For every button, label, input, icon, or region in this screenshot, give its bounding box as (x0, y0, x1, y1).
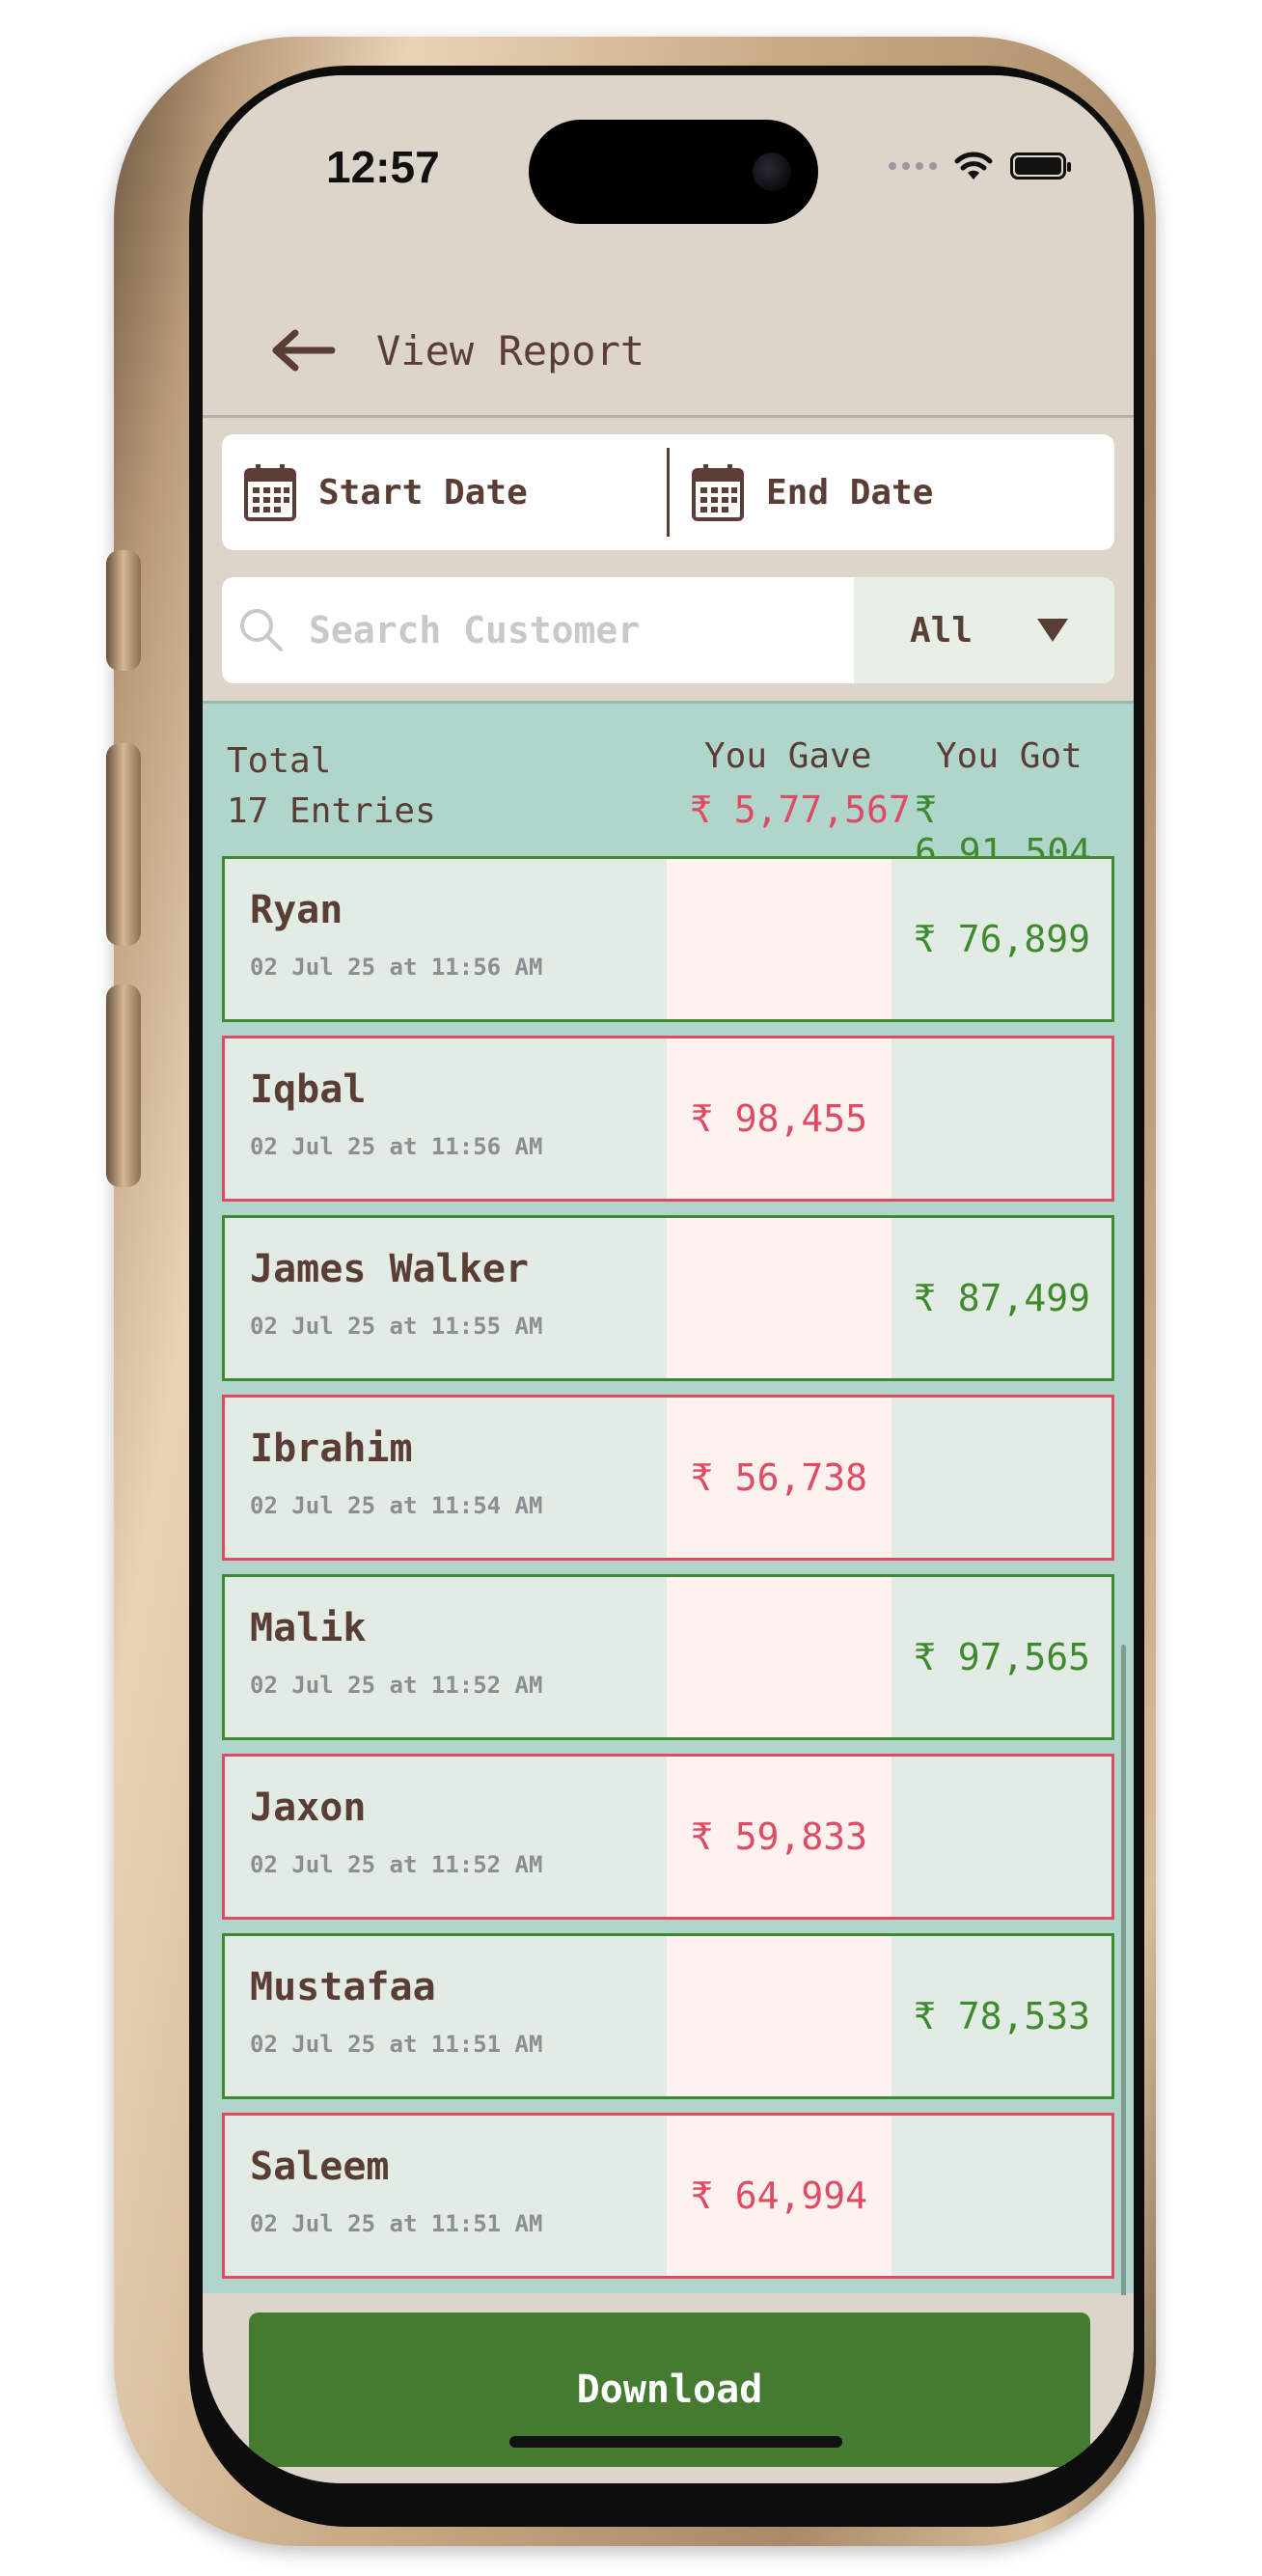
entry-customer: Mustafaa 02 Jul 25 at 11:51 AM (225, 1936, 667, 2096)
caret-down-icon (1037, 619, 1068, 642)
entry-got (892, 1039, 1111, 1199)
totals-summary: Total 17 Entries You Gave You Got ₹ 5,77… (203, 704, 1134, 873)
customer-name: Ryan (250, 888, 343, 932)
entry-got: ₹ 87,499 (913, 1277, 1090, 1319)
status-time: 12:57 (326, 142, 440, 192)
customer-name: Malik (250, 1606, 367, 1650)
list-item[interactable]: Jaxon 02 Jul 25 at 11:52 AM ₹ 59,833 (222, 1754, 1114, 1920)
total-label-block: Total 17 Entries (227, 736, 436, 837)
entry-customer: James Walker 02 Jul 25 at 11:55 AM (225, 1218, 667, 1378)
home-indicator (509, 2436, 842, 2448)
entry-customer: Saleem 02 Jul 25 at 11:51 AM (225, 2116, 667, 2276)
entry-got (892, 1757, 1111, 1917)
volume-up-button (106, 743, 141, 946)
total-label: Total (227, 741, 332, 781)
customer-name: Jaxon (250, 1786, 367, 1830)
you-got-header: You Got (936, 736, 1083, 776)
entry-customer: Jaxon 02 Jul 25 at 11:52 AM (225, 1757, 667, 1917)
end-date-label: End Date (766, 472, 934, 512)
you-gave-header: You Gave (704, 736, 872, 776)
list-item[interactable]: Saleem 02 Jul 25 at 11:51 AM ₹ 64,994 (222, 2113, 1114, 2279)
entry-gave (667, 1936, 892, 2096)
start-date-label: Start Date (318, 472, 528, 512)
customer-name: Ibrahim (250, 1426, 413, 1471)
entry-gave: ₹ 64,994 (667, 2116, 892, 2276)
filter-selected: All (910, 610, 974, 651)
entry-date: 02 Jul 25 at 11:52 AM (250, 1851, 543, 1878)
entry-gave (667, 1218, 892, 1378)
app-screen: 12:57 View Report Start Date End Date Se… (203, 75, 1134, 2483)
entry-got: ₹ 97,565 (913, 1636, 1090, 1678)
list-item[interactable]: Mustafaa 02 Jul 25 at 11:51 AM ₹ 78,533 (222, 1933, 1114, 2099)
search-box (222, 577, 854, 683)
entry-customer: Malik 02 Jul 25 at 11:52 AM (225, 1577, 667, 1737)
entry-got: ₹ 78,533 (913, 1995, 1090, 2037)
entry-gave (667, 859, 892, 1019)
search-icon (240, 609, 283, 651)
action-button (106, 550, 141, 671)
entry-date: 02 Jul 25 at 11:56 AM (250, 954, 543, 981)
header-divider (203, 415, 1134, 418)
entries-list: Ryan 02 Jul 25 at 11:56 AM ₹ 76,899 Iqba… (222, 856, 1114, 2292)
list-item[interactable]: Malik 02 Jul 25 at 11:52 AM ₹ 97,565 (222, 1574, 1114, 1740)
signal-icon (889, 162, 937, 170)
report-list: Total 17 Entries You Gave You Got ₹ 5,77… (203, 701, 1134, 2320)
list-scrollbar[interactable] (1121, 1645, 1126, 2320)
customer-name: James Walker (250, 1247, 529, 1291)
entry-gave: ₹ 59,833 (667, 1757, 892, 1917)
camera-lens (753, 152, 791, 191)
entry-got (892, 1398, 1111, 1558)
back-button[interactable] (261, 317, 347, 384)
entry-gave: ₹ 56,738 (667, 1398, 892, 1558)
entry-date: 02 Jul 25 at 11:54 AM (250, 1492, 543, 1519)
entry-date: 02 Jul 25 at 11:55 AM (250, 1313, 543, 1340)
arrow-left-icon (272, 329, 336, 372)
search-input[interactable] (307, 608, 847, 652)
entry-customer: Ryan 02 Jul 25 at 11:56 AM (225, 859, 667, 1019)
entry-date: 02 Jul 25 at 11:56 AM (250, 1133, 543, 1160)
you-gave-total: ₹ 5,77,567 (690, 789, 911, 831)
dynamic-island (529, 120, 818, 224)
customer-name: Saleem (250, 2145, 390, 2189)
search-row: All (222, 577, 1114, 683)
entry-date: 02 Jul 25 at 11:51 AM (250, 2210, 543, 2237)
bottom-bar: Download (203, 2295, 1134, 2483)
entry-gave: ₹ 98,455 (667, 1039, 892, 1199)
battery-icon (1010, 152, 1071, 180)
status-icons (889, 151, 1071, 181)
entry-date: 02 Jul 25 at 11:51 AM (250, 2031, 543, 2058)
list-item[interactable]: Iqbal 02 Jul 25 at 11:56 AM ₹ 98,455 (222, 1036, 1114, 1202)
page-title: View Report (376, 326, 645, 374)
entry-gave (667, 1577, 892, 1737)
list-item[interactable]: Ibrahim 02 Jul 25 at 11:54 AM ₹ 56,738 (222, 1395, 1114, 1561)
calendar-icon (244, 464, 296, 521)
entries-count: 17 Entries (227, 791, 436, 831)
calendar-icon (692, 464, 744, 521)
start-date-picker[interactable]: Start Date (222, 434, 667, 550)
entry-customer: Iqbal 02 Jul 25 at 11:56 AM (225, 1039, 667, 1199)
date-range-picker: Start Date End Date (222, 434, 1114, 550)
customer-name: Mustafaa (250, 1965, 436, 2009)
customer-name: Iqbal (250, 1067, 367, 1112)
app-header: View Report (203, 297, 1134, 403)
volume-down-button (106, 984, 141, 1187)
entry-got (892, 2116, 1111, 2276)
wifi-icon (954, 152, 993, 180)
filter-dropdown[interactable]: All (854, 577, 1114, 683)
entry-date: 02 Jul 25 at 11:52 AM (250, 1672, 543, 1699)
end-date-picker[interactable]: End Date (670, 434, 1114, 550)
entry-got: ₹ 76,899 (913, 918, 1090, 960)
entry-customer: Ibrahim 02 Jul 25 at 11:54 AM (225, 1398, 667, 1558)
list-item[interactable]: Ryan 02 Jul 25 at 11:56 AM ₹ 76,899 (222, 856, 1114, 1022)
list-item[interactable]: James Walker 02 Jul 25 at 11:55 AM ₹ 87,… (222, 1215, 1114, 1381)
